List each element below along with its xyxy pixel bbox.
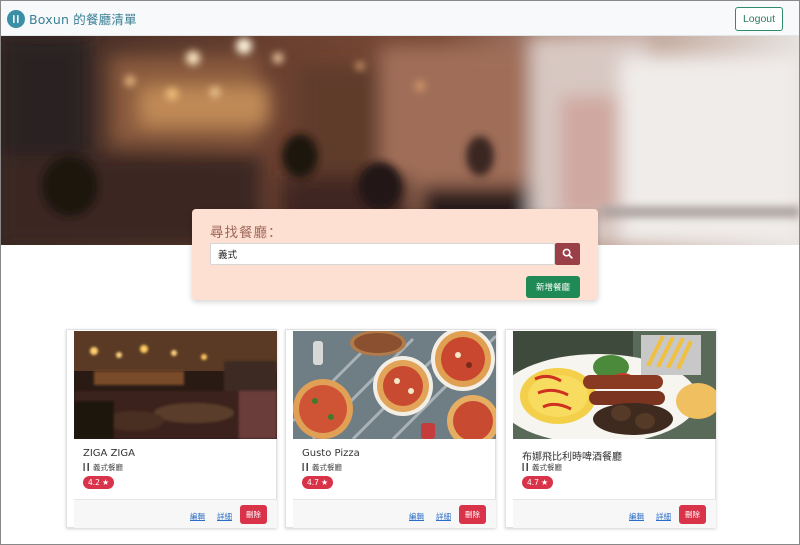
detail-link[interactable]: 詳細 (656, 511, 671, 522)
edit-link[interactable]: 編輯 (409, 511, 424, 522)
restaurant-name: ZIGA ZIGA (83, 448, 135, 459)
brand-link[interactable]: Boxun 的餐廳清單 (7, 9, 137, 28)
rating-badge: 4.2 ★ (83, 476, 115, 489)
logout-button[interactable]: Logout (735, 7, 783, 31)
card-footer: 編輯 詳細 刪除 (293, 499, 496, 528)
edit-link[interactable]: 編輯 (629, 511, 644, 522)
category-label: 義式餐廳 (532, 463, 562, 472)
detail-link[interactable]: 詳細 (217, 511, 232, 522)
star-icon: ★ (101, 478, 110, 487)
navbar: Boxun 的餐廳清單 Logout (0, 0, 800, 36)
utensils-icon (7, 9, 25, 28)
restaurant-card: 布娜飛比利時啤酒餐廳 義式餐廳 4.7 ★ 編輯 詳細 刪除 (505, 329, 716, 528)
new-restaurant-button[interactable]: 新增餐廳 (526, 276, 580, 298)
rating-value: 4.7 (527, 478, 539, 487)
search-button[interactable] (555, 243, 580, 265)
restaurant-category: 義式餐廳 (522, 462, 562, 473)
detail-link[interactable]: 詳細 (436, 511, 451, 522)
restaurant-photo[interactable] (293, 331, 496, 439)
restaurant-name: 布娜飛比利時啤酒餐廳 (522, 452, 622, 463)
delete-button[interactable]: 刪除 (240, 505, 267, 524)
category-label: 義式餐廳 (312, 463, 342, 472)
edit-link[interactable]: 編輯 (190, 511, 205, 522)
delete-button[interactable]: 刪除 (679, 505, 706, 524)
fork-knife-icon (302, 462, 309, 473)
rating-badge: 4.7 ★ (522, 476, 554, 489)
star-icon: ★ (540, 478, 549, 487)
restaurant-card: Gusto Pizza 義式餐廳 4.7 ★ 編輯 詳細 刪除 (285, 329, 496, 528)
restaurant-category: 義式餐廳 (83, 462, 123, 473)
card-footer: 編輯 詳細 刪除 (513, 499, 716, 528)
category-label: 義式餐廳 (93, 463, 123, 472)
search-panel: 尋找餐廳： 新增餐廳 (192, 209, 598, 300)
search-input[interactable] (210, 243, 555, 265)
search-icon (562, 247, 573, 262)
rating-badge: 4.7 ★ (302, 476, 334, 489)
star-icon: ★ (320, 478, 329, 487)
fork-knife-icon (83, 462, 90, 473)
restaurant-photo[interactable] (513, 331, 716, 439)
restaurant-photo[interactable] (74, 331, 277, 439)
restaurant-name: Gusto Pizza (302, 448, 360, 459)
delete-button[interactable]: 刪除 (459, 505, 486, 524)
restaurant-category: 義式餐廳 (302, 462, 342, 473)
fork-knife-icon (522, 462, 529, 473)
card-footer: 編輯 詳細 刪除 (74, 499, 277, 528)
restaurant-card: ZIGA ZIGA 義式餐廳 4.2 ★ 編輯 詳細 刪除 (66, 329, 277, 528)
brand-title: Boxun 的餐廳清單 (29, 12, 137, 27)
rating-value: 4.7 (307, 478, 319, 487)
rating-value: 4.2 (88, 478, 100, 487)
search-title: 尋找餐廳： (210, 225, 283, 241)
